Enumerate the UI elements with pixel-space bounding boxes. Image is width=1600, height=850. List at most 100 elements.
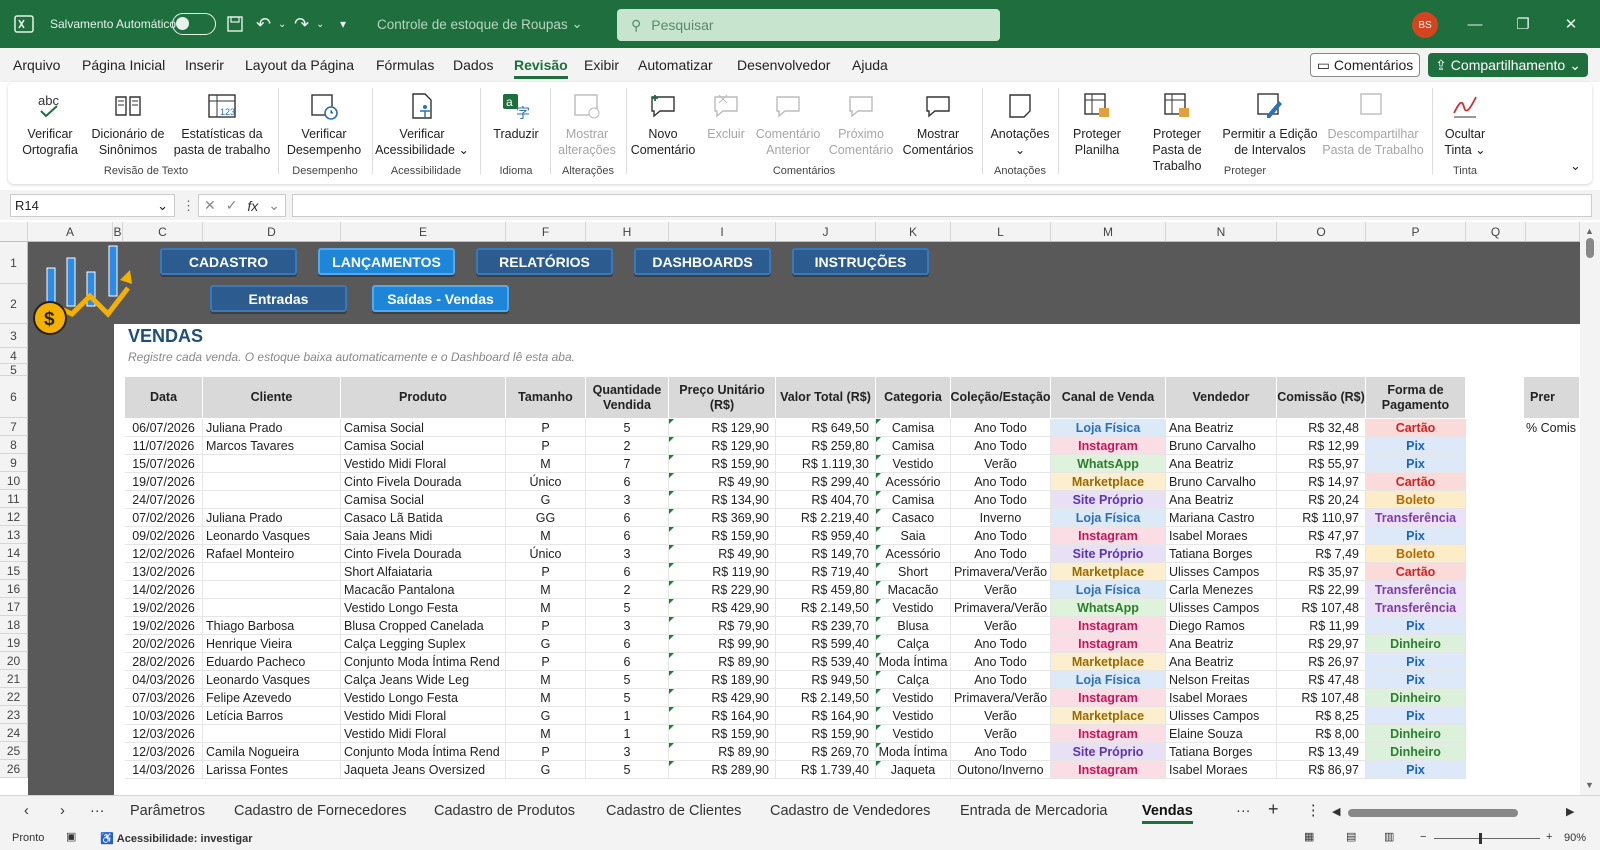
show-changes-button[interactable]: Mostrar alterações	[552, 86, 622, 158]
table-cell[interactable]: Dinheiro	[1366, 689, 1466, 707]
table-cell[interactable]: Blusa Cropped Canelada	[341, 617, 506, 635]
table-cell[interactable]: Dinheiro	[1366, 635, 1466, 653]
table-cell[interactable]: 19/07/2026	[125, 473, 203, 491]
sub-entradas-button[interactable]: Entradas	[210, 285, 347, 312]
table-cell[interactable]: Site Próprio	[1051, 743, 1166, 761]
row-header[interactable]: 4	[0, 348, 28, 364]
sheet-tab[interactable]: Entrada de Mercadoria	[960, 803, 1108, 819]
table-cell[interactable]: Instagram	[1051, 689, 1166, 707]
sheet-tab[interactable]: Cadastro de Fornecedores	[234, 803, 407, 819]
table-cell[interactable]: P	[506, 617, 586, 635]
table-cell[interactable]: Camisa	[876, 437, 951, 455]
ribbon-collapse-icon[interactable]: ⌄	[1570, 158, 1581, 174]
table-cell[interactable]: Bruno Carvalho	[1166, 437, 1277, 455]
table-cell[interactable]: Calça	[876, 635, 951, 653]
table-cell[interactable]: Pix	[1366, 617, 1466, 635]
share-button[interactable]: ⇪ Compartilhamento ⌄	[1428, 53, 1588, 77]
table-cell[interactable]: R$ 959,40	[776, 527, 876, 545]
table-cell[interactable]: 2	[586, 437, 669, 455]
table-cell[interactable]: Camisa Social	[341, 437, 506, 455]
table-cell[interactable]: 6	[586, 653, 669, 671]
horizontal-scroll-thumb[interactable]	[1348, 809, 1518, 817]
table-cell[interactable]: Único	[506, 473, 586, 491]
table-cell[interactable]: R$ 7,49	[1277, 545, 1366, 563]
row-header[interactable]: 1	[0, 242, 28, 284]
table-cell[interactable]: Pix	[1366, 761, 1466, 779]
menu-automatizar[interactable]: Automatizar	[638, 57, 713, 73]
hscroll-right-icon[interactable]: ▶	[1566, 805, 1574, 818]
column-header[interactable]: K	[876, 222, 951, 242]
zoom-slider[interactable]	[1434, 838, 1540, 839]
table-cell[interactable]: Primavera/Verão	[951, 689, 1051, 707]
table-cell[interactable]: R$ 134,90	[669, 491, 776, 509]
table-cell[interactable]: R$ 14,97	[1277, 473, 1366, 491]
table-cell[interactable]: Ano Todo	[951, 491, 1051, 509]
scroll-thumb[interactable]	[1586, 238, 1594, 258]
table-cell[interactable]: 5	[586, 671, 669, 689]
table-cell[interactable]: 10/03/2026	[125, 707, 203, 725]
table-cell[interactable]: Pix	[1366, 707, 1466, 725]
table-cell[interactable]: M	[506, 671, 586, 689]
table-cell[interactable]: Loja Física	[1051, 419, 1166, 437]
table-cell[interactable]: R$ 99,90	[669, 635, 776, 653]
zoom-level[interactable]: 90%	[1564, 832, 1586, 844]
add-sheet-icon[interactable]: +	[1268, 799, 1279, 820]
table-cell[interactable]: Instagram	[1051, 527, 1166, 545]
menu-pagina-inicial[interactable]: Página Inicial	[82, 57, 165, 73]
column-header[interactable]: Q	[1466, 222, 1526, 242]
table-cell[interactable]: Camila Nogueira	[203, 743, 341, 761]
table-cell[interactable]: 12/03/2026	[125, 725, 203, 743]
table-cell[interactable]: R$ 119,90	[669, 563, 776, 581]
column-header[interactable]: N	[1166, 222, 1277, 242]
close-icon[interactable]: ✕	[1548, 0, 1594, 48]
table-cell[interactable]: Macacão Pantalona	[341, 581, 506, 599]
table-cell[interactable]: Boleto	[1366, 491, 1466, 509]
table-cell[interactable]: 1	[586, 725, 669, 743]
table-cell[interactable]: Ano Todo	[951, 653, 1051, 671]
insert-function-icon[interactable]: fx	[247, 198, 258, 214]
next-sheet-icon[interactable]: ›	[60, 803, 65, 819]
more-sheets-icon[interactable]: ···	[90, 803, 105, 819]
undo-icon[interactable]: ↶	[256, 0, 271, 48]
previous-comment-button[interactable]: Comentário Anterior	[754, 86, 822, 158]
table-cell[interactable]: Leonardo Vasques	[203, 527, 341, 545]
menu-ajuda[interactable]: Ajuda	[852, 57, 888, 73]
table-cell[interactable]: Pix	[1366, 671, 1466, 689]
table-cell[interactable]: Loja Física	[1051, 581, 1166, 599]
table-cell[interactable]: Marcos Tavares	[203, 437, 341, 455]
table-cell[interactable]: Short Alfaiataria	[341, 563, 506, 581]
table-cell[interactable]: R$ 55,97	[1277, 455, 1366, 473]
table-cell[interactable]: 19/02/2026	[125, 599, 203, 617]
table-cell[interactable]: R$ 299,40	[776, 473, 876, 491]
table-cell[interactable]: M	[506, 455, 586, 473]
undo-dropdown-icon[interactable]: ⌄	[278, 0, 286, 48]
table-cell[interactable]: Transferência	[1366, 599, 1466, 617]
table-cell[interactable]: Ana Beatriz	[1166, 455, 1277, 473]
column-header[interactable]: P	[1366, 222, 1466, 242]
table-cell[interactable]: Ano Todo	[951, 473, 1051, 491]
nav-dashboards-button[interactable]: DASHBOARDS	[634, 248, 771, 275]
table-cell[interactable]: Camisa Social	[341, 419, 506, 437]
table-cell[interactable]: Ana Beatriz	[1166, 635, 1277, 653]
table-cell[interactable]: Vestido	[876, 599, 951, 617]
menu-arquivo[interactable]: Arquivo	[13, 57, 60, 73]
table-cell[interactable]: 14/02/2026	[125, 581, 203, 599]
table-cell[interactable]: R$ 32,48	[1277, 419, 1366, 437]
table-cell[interactable]: 24/07/2026	[125, 491, 203, 509]
column-header[interactable]: H	[586, 222, 669, 242]
minimize-icon[interactable]: —	[1452, 0, 1498, 48]
table-cell[interactable]: R$ 649,50	[776, 419, 876, 437]
name-box[interactable]: R14 ⌄	[10, 194, 175, 217]
table-cell[interactable]: Verão	[951, 455, 1051, 473]
table-cell[interactable]: Casaco	[876, 509, 951, 527]
menu-layout[interactable]: Layout da Página	[245, 57, 354, 73]
table-cell[interactable]: Leonardo Vasques	[203, 671, 341, 689]
table-cell[interactable]: Calça Legging Suplex	[341, 635, 506, 653]
spelling-button[interactable]: abc Verificar Ortografia	[16, 86, 84, 158]
table-cell[interactable]: Acessório	[876, 545, 951, 563]
menu-revisao[interactable]: Revisão	[514, 57, 568, 79]
table-cell[interactable]: Nelson Freitas	[1166, 671, 1277, 689]
table-cell[interactable]: Isabel Moraes	[1166, 527, 1277, 545]
table-cell[interactable]: M	[506, 599, 586, 617]
table-cell[interactable]: R$ 159,90	[776, 725, 876, 743]
